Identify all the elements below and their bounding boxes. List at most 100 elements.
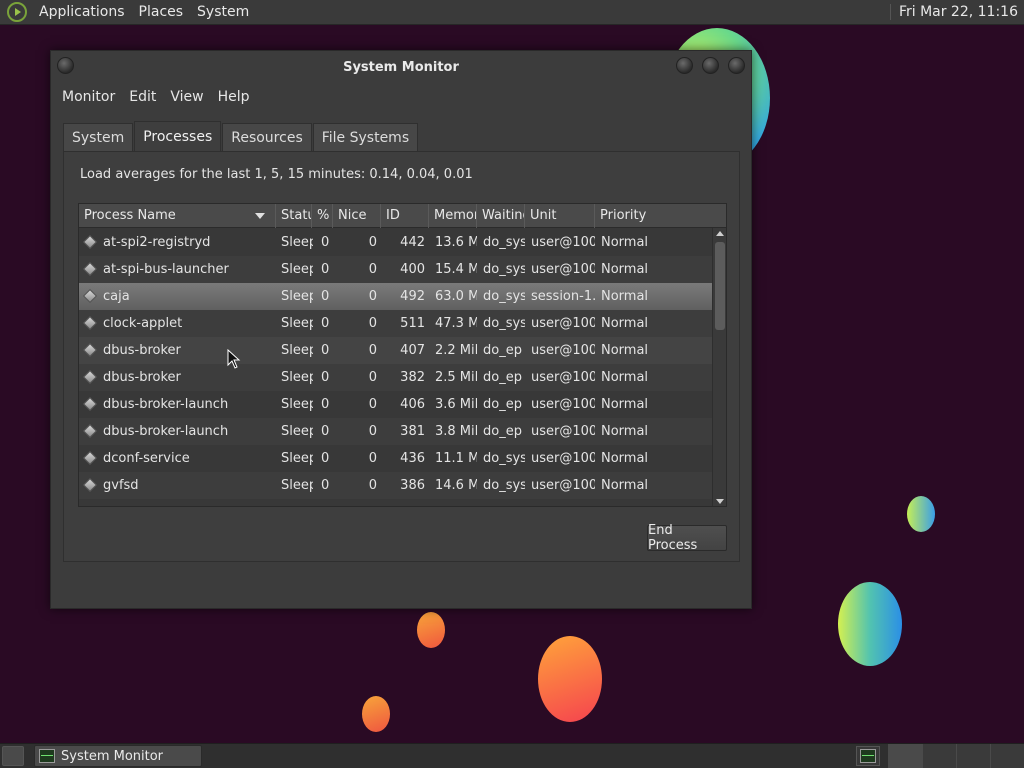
mate-logo-icon[interactable] bbox=[7, 2, 27, 22]
tab-resources[interactable]: Resources bbox=[222, 123, 312, 151]
process-name: dbus-broker-launch bbox=[103, 424, 229, 439]
cell-priority: Normal bbox=[601, 370, 649, 385]
minimize-button[interactable] bbox=[676, 57, 693, 74]
cell-priority: Normal bbox=[601, 289, 649, 304]
menubar: Monitor Edit View Help bbox=[51, 83, 751, 111]
table-header: Process Name Statu % Nice ID Memor Waiti… bbox=[79, 204, 726, 228]
cell-status: Sleep bbox=[281, 370, 313, 385]
scroll-down-icon[interactable] bbox=[716, 499, 724, 504]
cell-status: Sleep bbox=[281, 478, 313, 493]
cell-priority: Normal bbox=[601, 235, 649, 250]
column-header-status[interactable]: Statu bbox=[276, 204, 312, 228]
cell-memory: 2.5 MiE bbox=[435, 370, 477, 385]
cell-priority: Normal bbox=[601, 451, 649, 466]
table-row[interactable]: dbus-broker-launch Sleep 0 0 381 3.8 MiE do_ep… bbox=[79, 418, 713, 445]
column-header-nice[interactable]: Nice bbox=[333, 204, 381, 228]
workspace-4[interactable] bbox=[990, 744, 1024, 768]
cell-priority: Normal bbox=[601, 478, 649, 493]
process-name: gvfsd bbox=[103, 478, 139, 493]
workspace-3[interactable] bbox=[956, 744, 990, 768]
cell-memory: 13.6 M bbox=[435, 235, 477, 250]
system-monitor-applet-icon[interactable] bbox=[856, 746, 880, 766]
cell-waiting: do_sys bbox=[483, 316, 525, 331]
top-panel: Applications Places System Fri Mar 22, 1… bbox=[0, 0, 1024, 25]
places-menu[interactable]: Places bbox=[132, 4, 191, 20]
column-header-memory[interactable]: Memor bbox=[429, 204, 477, 228]
process-name: caja bbox=[103, 289, 130, 304]
cell-memory: 3.6 MiE bbox=[435, 397, 477, 412]
cell-nice: 0 bbox=[368, 343, 377, 358]
menu-edit[interactable]: Edit bbox=[122, 89, 163, 105]
table-row[interactable]: at-spi-bus-launcher Sleep 0 0 400 15.4 M do_sy… bbox=[79, 256, 713, 283]
scrollbar-thumb[interactable] bbox=[715, 242, 725, 330]
cell-id: 381 bbox=[400, 424, 425, 439]
table-row[interactable]: dbus-broker-launch Sleep 0 0 406 3.6 MiE do_ep… bbox=[79, 391, 713, 418]
cell-nice: 0 bbox=[368, 289, 377, 304]
column-header-cpu[interactable]: % bbox=[312, 204, 333, 228]
cell-nice: 0 bbox=[368, 451, 377, 466]
tab-file-systems[interactable]: File Systems bbox=[312, 123, 419, 151]
workspace-2[interactable] bbox=[922, 744, 956, 768]
cell-status: Sleep bbox=[281, 451, 313, 466]
column-header-process-name[interactable]: Process Name bbox=[79, 204, 276, 228]
menu-view[interactable]: View bbox=[163, 89, 210, 105]
vertical-scrollbar[interactable] bbox=[712, 228, 726, 506]
desktop-bubble bbox=[907, 496, 935, 532]
tab-system[interactable]: System bbox=[63, 123, 134, 151]
cell-unit: user@100 bbox=[531, 370, 595, 385]
column-header-unit[interactable]: Unit bbox=[525, 204, 595, 228]
menu-monitor[interactable]: Monitor bbox=[55, 89, 122, 105]
cell-cpu: 0 bbox=[321, 262, 330, 277]
end-process-button[interactable]: End Process bbox=[647, 523, 727, 553]
workspace-1[interactable] bbox=[888, 744, 922, 768]
cell-id: 492 bbox=[400, 289, 425, 304]
cell-id: 400 bbox=[400, 262, 425, 277]
cell-unit: user@100 bbox=[531, 343, 595, 358]
table-row[interactable]: dbus-broker Sleep 0 0 382 2.5 MiE do_ep user@10… bbox=[79, 364, 713, 391]
column-header-id[interactable]: ID bbox=[381, 204, 429, 228]
window-menu-button[interactable] bbox=[57, 57, 74, 74]
cell-memory: 3.8 MiE bbox=[435, 424, 477, 439]
taskbar-system-monitor[interactable]: System Monitor bbox=[34, 745, 202, 767]
cell-memory: 11.1 Mil bbox=[435, 451, 477, 466]
clock[interactable]: Fri Mar 22, 11:16 bbox=[889, 4, 1018, 20]
cell-id: 406 bbox=[400, 397, 425, 412]
cell-id: 442 bbox=[400, 235, 425, 250]
column-header-priority[interactable]: Priority bbox=[595, 204, 713, 228]
cell-memory: 2.2 MiE bbox=[435, 343, 477, 358]
bottom-panel: System Monitor bbox=[0, 743, 1024, 768]
cell-waiting: do_sys bbox=[483, 289, 525, 304]
table-row[interactable]: caja Sleep 0 0 492 63.0 M do_sys session-1.s Nor… bbox=[79, 283, 713, 310]
cell-nice: 0 bbox=[368, 262, 377, 277]
maximize-button[interactable] bbox=[702, 57, 719, 74]
menu-help[interactable]: Help bbox=[211, 89, 257, 105]
window-titlebar[interactable]: System Monitor bbox=[51, 51, 751, 83]
process-icon bbox=[82, 396, 98, 412]
table-row[interactable]: gvfsd Sleep 0 0 386 14.6 M do_sys user@100 Norma… bbox=[79, 472, 713, 499]
applications-menu[interactable]: Applications bbox=[32, 4, 132, 20]
table-row[interactable]: dconf-service Sleep 0 0 436 11.1 Mil do_sys use… bbox=[79, 445, 713, 472]
desktop-bubble bbox=[838, 582, 902, 666]
cell-cpu: 0 bbox=[321, 343, 330, 358]
cell-unit: user@100 bbox=[531, 235, 595, 250]
table-row[interactable]: clock-applet Sleep 0 0 511 47.3 M do_sys user@1… bbox=[79, 310, 713, 337]
system-menu[interactable]: System bbox=[190, 4, 256, 20]
table-row[interactable]: dbus-broker Sleep 0 0 407 2.2 MiE do_ep user@10… bbox=[79, 337, 713, 364]
table-row[interactable]: at-spi2-registryd Sleep 0 0 442 13.6 M do_sys u… bbox=[79, 229, 713, 256]
cell-cpu: 0 bbox=[321, 316, 330, 331]
process-icon bbox=[82, 261, 98, 277]
cell-priority: Normal bbox=[601, 424, 649, 439]
tab-processes[interactable]: Processes bbox=[134, 121, 222, 151]
cell-unit: user@100 bbox=[531, 451, 595, 466]
cell-status: Sleep bbox=[281, 343, 313, 358]
column-header-waiting[interactable]: Waiting bbox=[477, 204, 525, 228]
workspace-switcher bbox=[856, 744, 1024, 768]
scroll-up-icon[interactable] bbox=[716, 231, 724, 236]
system-monitor-icon bbox=[39, 749, 55, 763]
cell-waiting: do_ep bbox=[483, 370, 522, 385]
show-desktop-icon[interactable] bbox=[2, 746, 24, 766]
cell-nice: 0 bbox=[368, 397, 377, 412]
close-button[interactable] bbox=[728, 57, 745, 74]
cell-waiting: do_ep bbox=[483, 397, 522, 412]
cell-priority: Normal bbox=[601, 262, 649, 277]
